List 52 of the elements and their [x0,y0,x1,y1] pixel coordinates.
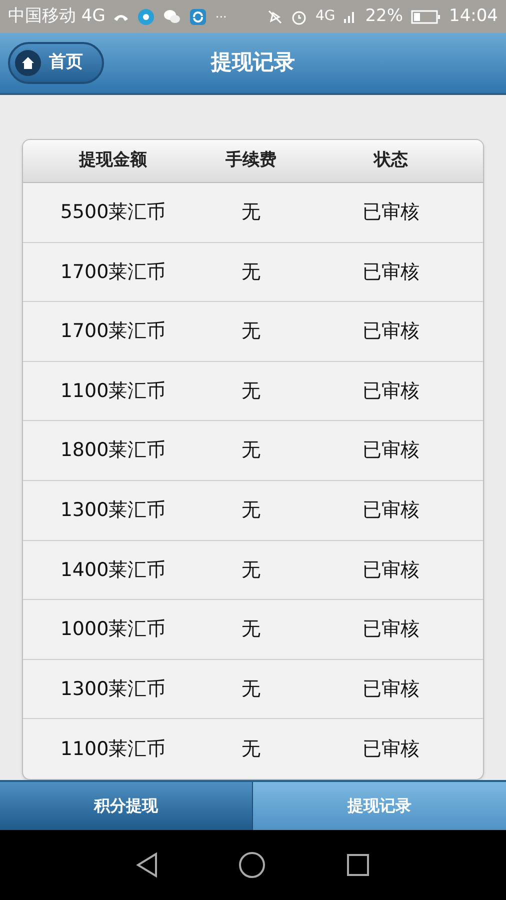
home-icon [15,50,41,76]
table-cell-text: 已审核 [362,498,420,524]
mute-icon [267,8,284,24]
table-cell-text: 已审核 [362,617,420,642]
table-cell-text: 1700莱汇币 [59,260,167,285]
table-cell-text: 无 [240,617,262,642]
table-cell-text: 1300莱汇币 [59,498,167,524]
table-cell-text: 已审核 [362,319,420,344]
alarm-icon [291,8,308,24]
table-cell-text: 已审核 [362,438,420,464]
battery-text: 22% [365,4,403,28]
network-text: 4G [315,7,336,26]
table-cell-text: 1100莱汇币 [59,736,167,762]
column-header: 手续费 [224,149,278,172]
column-header: 状态 [372,149,409,172]
table-cell-text: 无 [240,438,262,464]
table-cell-text: 已审核 [362,200,420,226]
page-title: 提现记录 [211,49,295,76]
table-cell-text: 无 [240,558,262,583]
table-cell-text: 无 [240,378,262,404]
table-cell-text: 无 [240,736,262,762]
table-cell-text: 1400莱汇币 [59,558,167,583]
table-cell-text: 已审核 [362,378,420,404]
table-cell-text: 无 [240,498,262,524]
table-cell-text: 1000莱汇币 [59,617,167,642]
table-cell-text: 1100莱汇币 [59,378,167,404]
column-header: 提现金额 [78,149,148,172]
battery-icon [411,10,441,24]
app-icon [137,8,156,26]
tab[interactable]: 提现记录 [253,782,506,830]
table-cell-text: 5500莱汇币 [59,200,167,226]
table-cell-text: 1700莱汇币 [59,319,167,344]
back-icon[interactable] [136,852,158,878]
home-circle-icon[interactable] [238,851,266,879]
table-cell-text: 无 [240,319,262,344]
table-cell-text: 已审核 [362,736,420,762]
table-cell-text: 已审核 [362,676,420,702]
sync-icon [189,8,208,26]
table-cell-text: 1800莱汇币 [59,438,167,464]
table-cell-text: 已审核 [362,558,420,583]
recents-icon[interactable] [346,853,370,877]
table-cell-text: 无 [240,200,262,226]
table-cell-text: 无 [240,676,262,702]
chat-icon [163,8,182,24]
carrier-text: 中国移动 4G [8,4,106,28]
more-text: ··· [215,8,227,26]
time-text: 14:04 [449,4,498,28]
table-cell-text: 已审核 [362,260,420,285]
table-cell-text: 无 [240,260,262,285]
table-cell-text: 1300莱汇币 [59,676,167,702]
tab[interactable]: 积分提现 [0,782,253,830]
home-button[interactable]: 首页 [8,42,104,84]
